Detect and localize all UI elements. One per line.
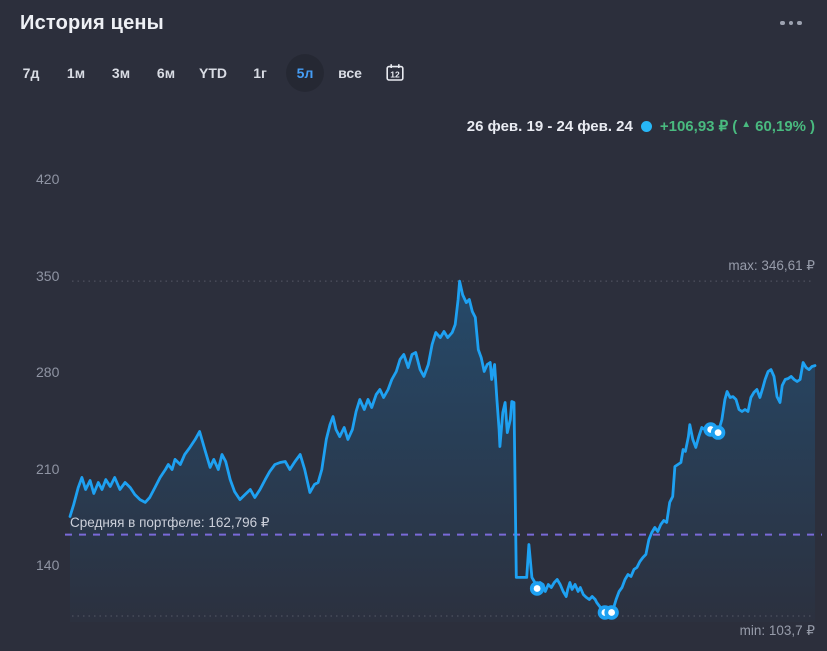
y-tick-280: 280 [36,364,60,380]
price-chart-svg[interactable] [0,0,827,651]
y-tick-420: 420 [36,171,60,187]
event-marker-dot [533,585,541,592]
average-label: Средняя в портфеле: 162,796 ₽ [70,514,270,530]
event-marker-dot [714,429,722,436]
chart-area: 420 350 280 210 140 max: 346,61 ₽ min: 103,7… [0,0,827,651]
y-tick-210: 210 [36,461,60,477]
price-history-card: История цены 7д 1м 3м 6м YTD 1г 5л все 12 26 фе… [0,0,827,651]
min-label: min: 103,7 ₽ [739,623,815,639]
y-tick-140: 140 [36,557,60,573]
y-tick-350: 350 [36,268,60,284]
max-label: max: 346,61 ₽ [728,258,815,274]
event-marker-dot [608,609,615,616]
